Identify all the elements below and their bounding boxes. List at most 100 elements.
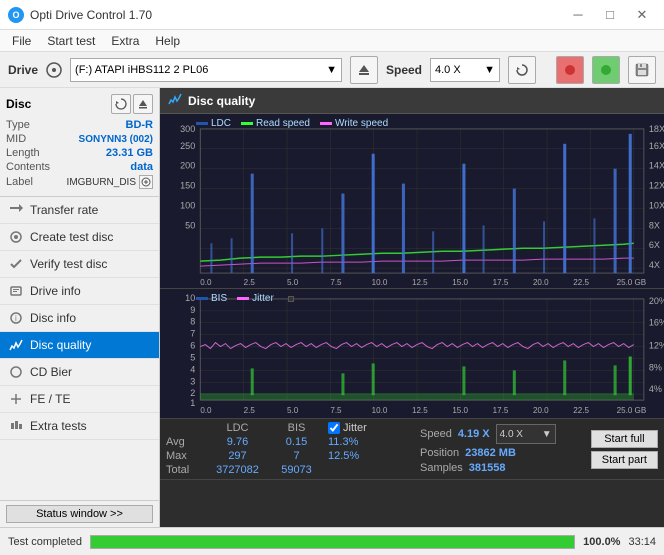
status-window-button[interactable]: Status window >> xyxy=(6,505,153,523)
contents-value: data xyxy=(130,161,153,173)
save-button[interactable] xyxy=(628,56,656,84)
svg-text:8X: 8X xyxy=(649,220,660,230)
speed-position-section: Speed 4.19 X 4.0 X ▼ Position 23862 MB S… xyxy=(420,424,556,474)
svg-text:20%: 20% xyxy=(649,296,664,306)
write-speed-legend-label: Write speed xyxy=(335,118,388,129)
svg-text:3: 3 xyxy=(190,376,195,386)
verify-test-label: Verify test disc xyxy=(30,257,107,271)
svg-text:0.0: 0.0 xyxy=(200,278,212,287)
minimize-button[interactable]: ─ xyxy=(564,5,592,25)
progress-bar-fill xyxy=(91,536,574,548)
jitter-checkbox[interactable] xyxy=(328,422,340,434)
speed-stat-dropdown[interactable]: 4.0 X ▼ xyxy=(496,424,556,444)
svg-text:10.0: 10.0 xyxy=(372,406,388,415)
svg-text:15.0: 15.0 xyxy=(452,278,468,287)
type-value: BD-R xyxy=(126,119,154,131)
nav-items: Transfer rate Create test disc Verify te… xyxy=(0,197,159,440)
create-test-label: Create test disc xyxy=(30,230,113,244)
speed-stat-value: 4.19 X xyxy=(458,428,490,440)
jitter-legend-label: Jitter xyxy=(252,293,274,304)
ldc-max-value: 297 xyxy=(210,450,265,462)
drive-dropdown[interactable]: (F:) ATAPI iHBS112 2 PL06 ▼ xyxy=(70,58,342,82)
nav-verify-test[interactable]: Verify test disc xyxy=(0,251,159,278)
refresh-button[interactable] xyxy=(508,56,536,84)
top-chart-legend: LDC Read speed Write speed xyxy=(190,116,394,131)
read-speed-legend-color xyxy=(241,122,253,125)
svg-text:8%: 8% xyxy=(649,362,662,372)
extra-tests-icon xyxy=(8,418,24,434)
nav-transfer-rate[interactable]: Transfer rate xyxy=(0,197,159,224)
start-part-button[interactable]: Start part xyxy=(591,451,658,469)
svg-text:2.5: 2.5 xyxy=(244,406,256,415)
status-bar: Test completed 100.0% 33:14 xyxy=(0,527,664,555)
stats-row: LDC BIS Jitter Avg 9.76 0.15 11.3% Max 2… xyxy=(160,419,664,480)
nav-disc-quality[interactable]: Disc quality xyxy=(0,332,159,359)
window-controls: ─ □ ✕ xyxy=(564,5,656,25)
total-row-label: Total xyxy=(166,464,206,476)
nav-extra-tests[interactable]: Extra tests xyxy=(0,413,159,440)
length-value: 23.31 GB xyxy=(106,147,153,159)
position-value: 23862 MB xyxy=(465,447,516,459)
start-full-button[interactable]: Start full xyxy=(591,430,658,448)
close-button[interactable]: ✕ xyxy=(628,5,656,25)
svg-text:1: 1 xyxy=(190,398,195,408)
avg-row-label: Avg xyxy=(166,436,206,448)
label-value: IMGBURN_DIS xyxy=(67,177,136,188)
disc-refresh-icon[interactable] xyxy=(111,94,131,114)
start-buttons: Start full Start part xyxy=(591,430,658,469)
speed-dropdown[interactable]: 4.0 X ▼ xyxy=(430,58,500,82)
drive-info-label: Drive info xyxy=(30,284,81,298)
svg-text:4X: 4X xyxy=(649,260,660,270)
nav-fe-te[interactable]: FE / TE xyxy=(0,386,159,413)
nav-drive-info[interactable]: Drive info xyxy=(0,278,159,305)
drive-info-icon xyxy=(8,283,24,299)
svg-text:22.5: 22.5 xyxy=(573,406,589,415)
jitter-max-value: 12.5% xyxy=(328,450,408,462)
svg-text:25.0 GB: 25.0 GB xyxy=(617,406,647,415)
right-panel: Disc quality LDC Read speed Write speed xyxy=(160,88,664,527)
label-edit-icon[interactable] xyxy=(139,175,153,189)
progress-percent: 100.0% xyxy=(583,536,620,548)
nav-disc-info[interactable]: i Disc info xyxy=(0,305,159,332)
speed-stat-label: Speed xyxy=(420,428,452,440)
mid-value: SONYNN3 (002) xyxy=(79,134,153,145)
menu-help[interactable]: Help xyxy=(147,32,188,50)
disc-eject-icon[interactable] xyxy=(133,94,153,114)
drive-bar: Drive (F:) ATAPI iHBS112 2 PL06 ▼ Speed … xyxy=(0,52,664,88)
drive-dropdown-value: (F:) ATAPI iHBS112 2 PL06 xyxy=(75,64,208,76)
write-speed-legend-color xyxy=(320,122,332,125)
maximize-button[interactable]: □ xyxy=(596,5,624,25)
svg-text:20.0: 20.0 xyxy=(533,406,549,415)
disc-icon xyxy=(46,62,62,78)
menu-start-test[interactable]: Start test xyxy=(39,32,103,50)
speed-label: Speed xyxy=(386,63,422,77)
svg-text:17.5: 17.5 xyxy=(493,278,509,287)
nav-create-test[interactable]: Create test disc xyxy=(0,224,159,251)
fe-te-label: FE / TE xyxy=(30,392,70,406)
svg-text:12X: 12X xyxy=(649,181,664,191)
svg-text:50: 50 xyxy=(185,220,195,230)
menu-extra[interactable]: Extra xyxy=(103,32,147,50)
bis-avg-value: 0.15 xyxy=(269,436,324,448)
create-test-icon xyxy=(8,229,24,245)
svg-text:200: 200 xyxy=(180,161,195,171)
svg-text:2: 2 xyxy=(190,388,195,398)
svg-text:20.0: 20.0 xyxy=(533,278,549,287)
disc-info-icon: i xyxy=(8,310,24,326)
status-text: Test completed xyxy=(8,536,82,548)
bis-legend-color xyxy=(196,297,208,300)
svg-text:9: 9 xyxy=(190,305,195,315)
ldc-legend-label: LDC xyxy=(211,118,231,129)
drive-eject-button[interactable] xyxy=(350,56,378,84)
nav-cd-bier[interactable]: CD Bier xyxy=(0,359,159,386)
color-button-2[interactable] xyxy=(592,56,620,84)
svg-text:12.5: 12.5 xyxy=(412,278,428,287)
transfer-rate-label: Transfer rate xyxy=(30,203,98,217)
disc-info-section: Disc Type BD-R MID SONYNN3 (002) xyxy=(0,88,159,197)
color-button-1[interactable] xyxy=(556,56,584,84)
svg-text:12%: 12% xyxy=(649,341,664,351)
svg-text:6: 6 xyxy=(190,341,195,351)
samples-value: 381558 xyxy=(469,462,506,474)
svg-text:8: 8 xyxy=(190,317,195,327)
menu-file[interactable]: File xyxy=(4,32,39,50)
